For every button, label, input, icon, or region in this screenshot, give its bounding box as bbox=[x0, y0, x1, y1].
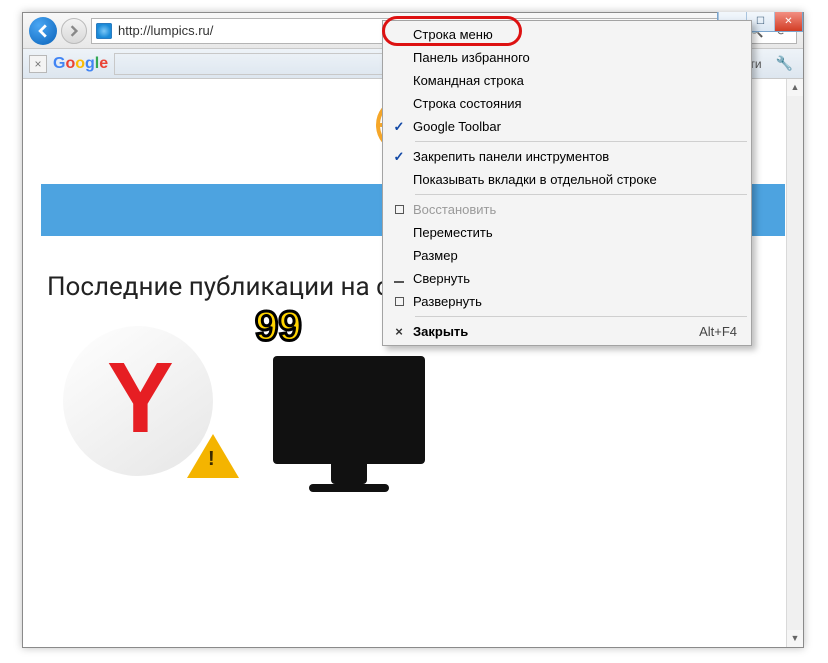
shortcut-text: Alt+F4 bbox=[699, 324, 737, 339]
check-icon: ✓ bbox=[385, 119, 413, 135]
menu-item-google-toolbar[interactable]: ✓Google Toolbar bbox=[385, 115, 749, 138]
maximize-icon bbox=[395, 297, 404, 306]
menu-item-lock-toolbars[interactable]: ✓Закрепить панели инструментов bbox=[385, 145, 749, 168]
scroll-track[interactable] bbox=[787, 96, 803, 630]
menu-item-close[interactable]: × Закрыть Alt+F4 bbox=[385, 320, 749, 343]
menu-separator bbox=[415, 141, 747, 142]
menu-item-minimize[interactable]: Свернуть bbox=[385, 267, 749, 290]
check-icon: ✓ bbox=[385, 149, 413, 165]
menu-item-favorites-bar[interactable]: Панель избранного bbox=[385, 46, 749, 69]
menu-item-maximize[interactable]: Развернуть bbox=[385, 290, 749, 313]
new-tab-button[interactable]: × bbox=[29, 55, 47, 73]
arrow-left-icon bbox=[36, 24, 50, 38]
menu-item-restore: Восстановить bbox=[385, 198, 749, 221]
post-thumb-recorder[interactable]: 99 [•REC] bbox=[273, 326, 443, 476]
wrench-icon[interactable]: 🔧 bbox=[772, 55, 797, 72]
minimize-icon bbox=[394, 281, 404, 283]
posts-row: Y 99 [•REC] bbox=[23, 326, 803, 476]
post-thumb-yandex[interactable]: Y bbox=[63, 326, 233, 476]
ie-favicon-icon bbox=[96, 23, 112, 39]
arrow-right-icon bbox=[68, 25, 80, 37]
scroll-down-icon[interactable]: ▼ bbox=[787, 630, 803, 647]
menu-item-tabs-separate-row[interactable]: Показывать вкладки в отдельной строке bbox=[385, 168, 749, 191]
title-bar-context-menu: Строка меню Панель избранного Командная … bbox=[382, 20, 752, 346]
close-button[interactable]: ✕ bbox=[774, 12, 802, 31]
vertical-scrollbar[interactable]: ▲ ▼ bbox=[786, 79, 803, 647]
menu-item-size[interactable]: Размер bbox=[385, 244, 749, 267]
restore-icon bbox=[395, 205, 404, 214]
menu-item-menu-bar[interactable]: Строка меню bbox=[385, 23, 749, 46]
google-logo: Google bbox=[53, 55, 108, 73]
forward-button[interactable] bbox=[61, 18, 87, 44]
menu-separator bbox=[415, 316, 747, 317]
close-icon: × bbox=[395, 324, 403, 339]
menu-item-command-bar[interactable]: Командная строка bbox=[385, 69, 749, 92]
warning-icon bbox=[187, 434, 239, 478]
monitor-icon bbox=[273, 356, 425, 464]
label-99: 99 bbox=[255, 302, 302, 350]
menu-item-move[interactable]: Переместить bbox=[385, 221, 749, 244]
menu-item-status-bar[interactable]: Строка состояния bbox=[385, 92, 749, 115]
scroll-up-icon[interactable]: ▲ bbox=[787, 79, 803, 96]
back-button[interactable] bbox=[29, 17, 57, 45]
yandex-y-icon: Y bbox=[107, 348, 174, 448]
menu-separator bbox=[415, 194, 747, 195]
